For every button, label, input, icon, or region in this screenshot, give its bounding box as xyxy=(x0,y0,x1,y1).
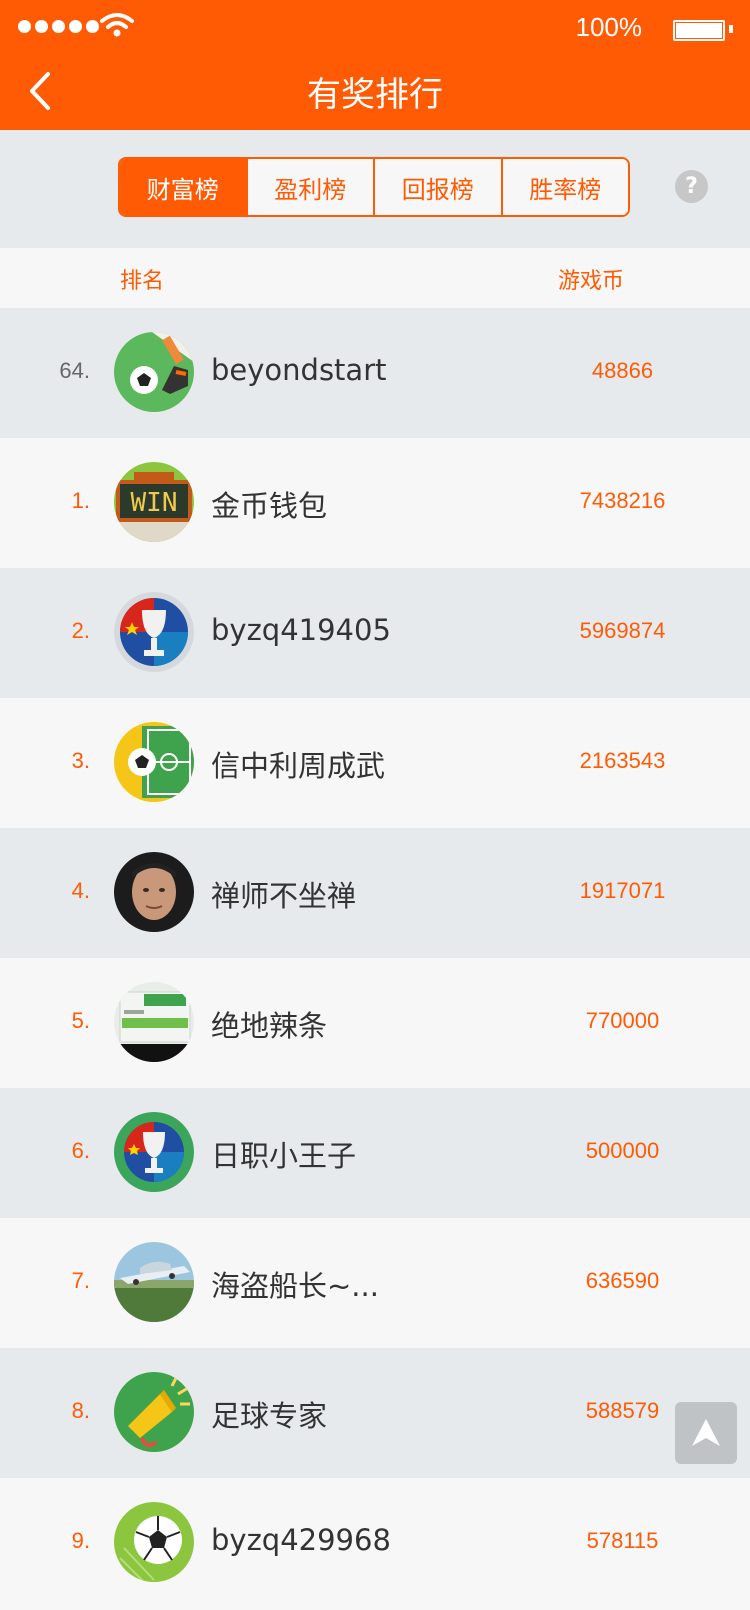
player-name: 信中利周成武 xyxy=(211,749,386,783)
list-item[interactable]: 7. 海盗船长~... 636590 xyxy=(0,1218,750,1348)
ranking-tabs: 财富榜 盈利榜 回报榜 胜率榜 xyxy=(118,157,630,217)
page-title: 有奖排行 xyxy=(307,75,443,115)
player-name: 海盗船长~... xyxy=(211,1269,379,1303)
player-name: byzq419405 xyxy=(211,613,391,647)
scroll-to-top-button[interactable] xyxy=(675,1402,737,1464)
soccer-boot-avatar xyxy=(114,332,194,412)
coin-count: 770000 xyxy=(585,1008,660,1033)
app-header: 100% 有奖排行 xyxy=(0,0,750,130)
tab-profit[interactable]: 盈利榜 xyxy=(245,159,373,215)
euro-trophy-avatar xyxy=(114,592,194,672)
list-item[interactable]: 9. byzq429968 578115 xyxy=(0,1478,750,1608)
coin-count: 578115 xyxy=(586,1528,659,1553)
coin-count: 2163543 xyxy=(579,748,666,773)
coin-count: 7438216 xyxy=(579,488,666,513)
rank-column-label: 排名 xyxy=(120,269,165,294)
rank-number: 64. xyxy=(59,358,90,383)
list-item[interactable]: 2. byzq419405 5969874 xyxy=(0,568,750,698)
rank-number: 8. xyxy=(71,1398,90,1423)
list-item[interactable]: 1. WIN 金币钱包 7438216 xyxy=(0,438,750,568)
list-item[interactable]: 5. 绝地辣条 770000 xyxy=(0,958,750,1088)
battery-percent: 100% xyxy=(575,12,643,42)
player-name: byzq429968 xyxy=(211,1523,391,1557)
player-name: 金币钱包 xyxy=(211,489,328,523)
megaphone-avatar xyxy=(114,1372,194,1452)
tab-wealth[interactable]: 财富榜 xyxy=(120,159,246,215)
rank-number: 2. xyxy=(71,618,90,643)
man-photo-avatar xyxy=(114,852,194,932)
coins-column-label: 游戏币 xyxy=(558,269,625,294)
player-name: 足球专家 xyxy=(211,1399,328,1433)
rank-number: 6. xyxy=(71,1138,90,1163)
coin-count: 5969874 xyxy=(579,618,666,643)
battery-tip xyxy=(729,25,733,33)
list-item[interactable]: 4. 禅师不坐禅 1917071 xyxy=(0,828,750,958)
tab-return[interactable]: 回报榜 xyxy=(373,159,501,215)
column-header: 排名 游戏币 xyxy=(0,248,750,308)
list-item[interactable]: 6. 日职小王子 500000 xyxy=(0,1088,750,1218)
help-icon[interactable]: ? xyxy=(675,170,708,203)
coin-count: 636590 xyxy=(585,1268,660,1293)
coin-count: 1917071 xyxy=(579,878,666,903)
flying-car-avatar xyxy=(114,1242,194,1322)
player-name: beyondstart xyxy=(211,353,387,387)
soccer-field-avatar xyxy=(114,722,194,802)
euro-trophy-avatar xyxy=(114,1112,194,1192)
wifi-icon xyxy=(100,13,134,37)
player-name: 绝地辣条 xyxy=(211,1009,328,1043)
player-name: 日职小王子 xyxy=(211,1139,357,1173)
battery-icon xyxy=(673,20,725,41)
coin-count: 48866 xyxy=(591,358,654,383)
rank-number: 3. xyxy=(71,748,90,773)
rank-number: 1. xyxy=(71,488,90,513)
rank-number: 9. xyxy=(71,1528,90,1553)
arrow-up-icon xyxy=(692,1419,720,1446)
list-item[interactable]: 3. 信中利周成武 2163543 xyxy=(0,698,750,828)
player-name: 禅师不坐禅 xyxy=(211,879,357,913)
rank-number: 7. xyxy=(71,1268,90,1293)
my-rank-row[interactable]: 64. beyondstart 48866 xyxy=(0,308,750,438)
svg-text:WIN: WIN xyxy=(131,488,178,518)
soccer-ball-avatar xyxy=(114,1502,194,1582)
leaderboard-list: 64. beyondstart 48866 1. WIN 金币钱包 743821… xyxy=(0,308,750,1608)
tab-win-rate[interactable]: 胜率榜 xyxy=(500,159,628,215)
rank-number: 4. xyxy=(71,878,90,903)
list-item[interactable]: 8. 足球专家 588579 xyxy=(0,1348,750,1478)
signal-strength-icon xyxy=(18,20,99,33)
coin-count: 500000 xyxy=(585,1138,660,1163)
coin-count: 588579 xyxy=(585,1398,660,1423)
rank-number: 5. xyxy=(71,1008,90,1033)
win-scoreboard-avatar: WIN xyxy=(114,462,194,542)
product-box-avatar xyxy=(114,982,194,1062)
tab-bar: 财富榜 盈利榜 回报榜 胜率榜 ? xyxy=(0,130,750,248)
